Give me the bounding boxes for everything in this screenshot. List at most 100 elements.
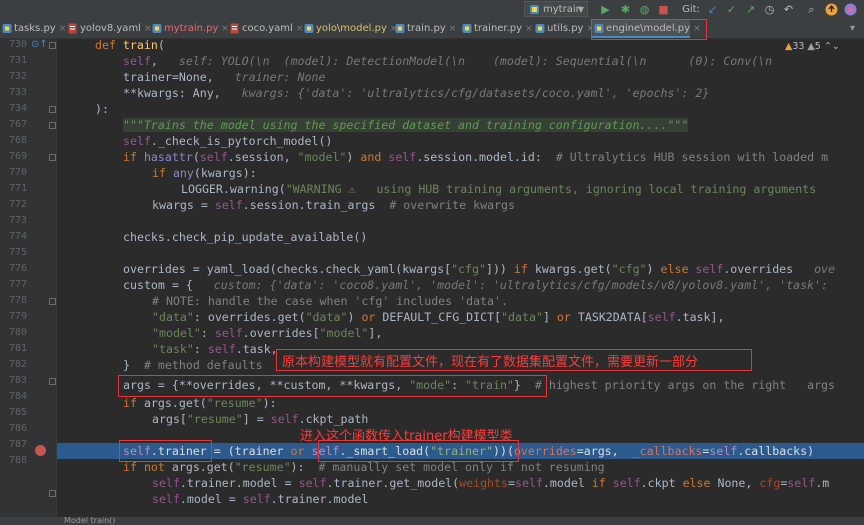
- chevron-up-icon[interactable]: ⌃: [824, 41, 832, 52]
- weak-warning-icon: ▲: [807, 41, 815, 52]
- code-line-780[interactable]: "model": self.overrides["model"],: [152, 326, 382, 340]
- close-icon[interactable]: ×: [525, 24, 533, 34]
- code-token: ]: [542, 310, 557, 324]
- fold-marker-icon[interactable]: [49, 154, 56, 161]
- git-push-icon[interactable]: ↗: [743, 2, 758, 17]
- update-icon[interactable]: [824, 2, 839, 17]
- line-number: 781: [8, 343, 27, 354]
- search-everywhere-icon[interactable]: ⌕: [804, 2, 819, 17]
- code-token: or: [361, 310, 383, 324]
- code-line-769[interactable]: if hasattr(self.session, "model") and se…: [123, 150, 828, 164]
- tab-trainer-py[interactable]: trainer.py ×: [460, 19, 533, 38]
- code-line-785[interactable]: args["resume"] = self.ckpt_path: [152, 412, 368, 426]
- code-token: "task": [152, 342, 194, 356]
- code-line-788[interactable]: self.trainer.model = self.trainer.get_mo…: [152, 476, 829, 490]
- tabs-overflow-icon[interactable]: ▾: [846, 19, 864, 38]
- code-line-789[interactable]: self.model = self.trainer.model: [152, 492, 368, 506]
- code-token: }: [123, 358, 144, 372]
- line-gutter: 730 731 732 733 734 767 768 769 770 771 …: [0, 38, 57, 525]
- ai-assistant-icon[interactable]: [843, 2, 858, 17]
- fold-marker-icon[interactable]: [49, 122, 56, 129]
- git-commit-icon[interactable]: ✓: [724, 2, 739, 17]
- code-line-779[interactable]: "data": overrides.get("data") or DEFAULT…: [152, 310, 724, 324]
- code-token: "data": [501, 310, 543, 324]
- code-line-730[interactable]: def train(: [95, 38, 165, 52]
- breakpoint-icon[interactable]: [35, 445, 46, 456]
- override-icon[interactable]: ⊙↑: [31, 39, 48, 51]
- code-line-770[interactable]: if any(kwargs):: [152, 166, 257, 180]
- code-line-774[interactable]: checks.check_pip_update_available(): [123, 230, 367, 244]
- code-comment: # manually set model only if not resumin…: [318, 460, 605, 474]
- code-token: else: [682, 476, 718, 490]
- code-line-772[interactable]: kwargs = self.session.train_args # overw…: [152, 198, 515, 212]
- code-comment: # method defaults: [143, 358, 263, 372]
- code-token: self: [123, 54, 151, 68]
- code-token: self: [214, 198, 243, 212]
- code-line-787[interactable]: if not args.get("resume"): # manually se…: [123, 460, 605, 474]
- code-line-768[interactable]: self._check_is_pytorch_model(): [123, 134, 332, 148]
- python-file-icon: [152, 24, 162, 33]
- code-line-778[interactable]: # NOTE: handle the case when 'cfg' inclu…: [152, 294, 508, 308]
- fold-marker-icon[interactable]: [49, 490, 56, 497]
- code-token: =: [508, 476, 515, 490]
- code-line-734[interactable]: ):: [95, 102, 109, 116]
- annotation-text-1: 原本构建模型就有配置文件，现在有了数据集配置文件，需要更新一部分: [282, 351, 699, 370]
- inline-debug-hint: custom: {'data': 'coco8.yaml', 'model': …: [213, 278, 828, 292]
- code-token: ):: [95, 102, 109, 116]
- code-token: ],: [368, 326, 383, 340]
- code-comment: # NOTE: handle the case when 'cfg' inclu…: [152, 294, 508, 308]
- code-line-784[interactable]: if args.get("resume"):: [123, 396, 277, 410]
- code-token: .callbacks): [737, 444, 815, 458]
- code-token: .ckpt_path: [298, 412, 369, 426]
- git-update-icon[interactable]: ↙: [705, 2, 720, 17]
- chevron-down-icon[interactable]: ⌄: [832, 41, 840, 52]
- line-number: 776: [8, 263, 27, 274]
- rollback-icon[interactable]: ↶: [781, 2, 796, 17]
- history-icon[interactable]: ◷: [762, 2, 777, 17]
- weak-warning-count: 5: [814, 41, 821, 52]
- fold-marker-icon[interactable]: [49, 378, 56, 385]
- tab-tasks-py[interactable]: tasks.py ×: [0, 19, 66, 38]
- code-token: if: [123, 150, 144, 164]
- tab-yolo-model-py[interactable]: yolo\model.py ×: [302, 19, 397, 38]
- code-token: ): [346, 150, 361, 164]
- tab-train-py[interactable]: train.py ×: [393, 19, 458, 38]
- debug-icon[interactable]: ✱: [618, 2, 633, 17]
- code-comment: # overwrite kwargs: [389, 198, 515, 212]
- annotation-box-self-trainer: [119, 440, 212, 462]
- code-token: self: [242, 492, 271, 506]
- code-token: .session.train_args: [242, 198, 390, 212]
- code-line-782[interactable]: } # method defaults: [123, 358, 263, 372]
- tab-mytrain-py[interactable]: mytrain.py ×: [150, 19, 229, 38]
- line-number: 734: [8, 103, 27, 114]
- code-line-731[interactable]: self, self: YOLO(\n (model): DetectionMo…: [123, 54, 772, 68]
- fold-marker-icon[interactable]: [49, 42, 56, 49]
- line-number: 783: [8, 375, 27, 386]
- line-number: 775: [8, 247, 27, 258]
- code-token: .overrides: [723, 262, 815, 276]
- code-line-776[interactable]: overrides = yaml_load(checks.check_yaml(…: [123, 262, 835, 276]
- inspection-widget[interactable]: ▲33 ▲5 ⌃⌄: [785, 41, 840, 52]
- tab-yolov8-yaml[interactable]: yolov8.yaml ×: [66, 19, 152, 38]
- close-icon[interactable]: ×: [449, 24, 457, 34]
- run-icon[interactable]: ▶: [598, 2, 613, 17]
- code-token: overrides = yaml_load(checks.check_yaml(…: [123, 262, 452, 276]
- annotation-box-args: [118, 375, 547, 397]
- code-token: if: [152, 166, 173, 180]
- code-line-781[interactable]: "task": self.task,: [152, 342, 278, 356]
- fold-marker-icon[interactable]: [49, 298, 56, 305]
- tab-utils-py[interactable]: utils.py ×: [533, 19, 594, 38]
- code-line-771[interactable]: LOGGER.warning("WARNING ⚠ using HUB trai…: [181, 182, 816, 196]
- stop-icon[interactable]: ■: [656, 2, 671, 17]
- code-line-767[interactable]: """Trains the model using the specified …: [123, 118, 689, 132]
- coverage-icon[interactable]: ◍: [637, 2, 652, 17]
- run-config-dropdown[interactable]: mytrain ▼: [524, 1, 588, 17]
- code-line-777[interactable]: custom = { custom: {'data': 'coco8.yaml'…: [123, 278, 828, 292]
- code-line-732[interactable]: trainer=None, trainer: None: [123, 70, 325, 84]
- fold-marker-icon[interactable]: [49, 106, 56, 113]
- code-comment: # highest priority args on the right arg…: [534, 378, 836, 392]
- code-line-733[interactable]: **kwargs: Any, kwargs: {'data': 'ultraly…: [123, 86, 709, 100]
- main-toolbar: mytrain ▼ ▶ ✱ ◍ ■ Git: ↙ ✓ ↗ ◷ ↶ ⌕: [0, 0, 864, 19]
- code-token: DEFAULT_CFG_DICT[: [382, 310, 502, 324]
- tab-coco-yaml[interactable]: coco.yaml ×: [228, 19, 303, 38]
